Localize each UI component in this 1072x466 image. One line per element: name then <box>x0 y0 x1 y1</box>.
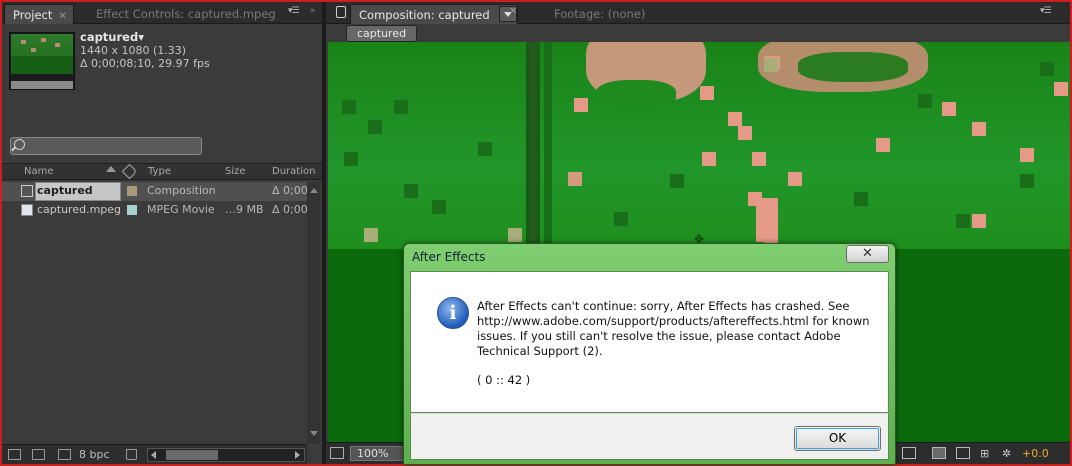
new-composition-icon[interactable] <box>58 449 71 460</box>
tab-project-label: Project <box>13 8 53 22</box>
zoom-select[interactable]: 100% <box>350 446 410 461</box>
tab-project[interactable]: Project ✕ <box>4 4 74 24</box>
tab-footage[interactable]: Footage: (none) <box>546 4 651 24</box>
footage-icon <box>21 204 33 216</box>
item-duration: Δ 0;00 <box>272 184 308 197</box>
scroll-thumb[interactable] <box>166 450 218 460</box>
bit-depth-button[interactable]: 8 bpc <box>79 448 110 461</box>
tab-footage-label: Footage: (none) <box>554 7 646 21</box>
item-timing: Δ 0;00;08;10, 29.97 fps <box>80 57 210 70</box>
item-name: captured <box>37 184 93 197</box>
app-window: Project ✕ Effect Controls: captured.mpeg … <box>2 2 1070 465</box>
lock-icon[interactable] <box>336 6 346 18</box>
project-bottom-bar: 8 bpc <box>2 444 307 464</box>
panel-menu-icon[interactable]: ▾☰ <box>1040 6 1052 16</box>
tab-effect-controls[interactable]: Effect Controls: captured.mpeg <box>88 4 282 24</box>
item-name: captured.mpeg <box>37 203 122 216</box>
project-tabbar: Project ✕ Effect Controls: captured.mpeg … <box>2 2 322 24</box>
crash-dialog: After Effects ✕ i After Effects can't co… <box>403 243 896 465</box>
scroll-left-icon[interactable] <box>151 451 156 459</box>
panel-menu-icon[interactable]: ▾☰ <box>288 6 300 16</box>
breadcrumb[interactable]: captured <box>346 25 418 42</box>
close-icon[interactable]: ✕ <box>58 11 66 22</box>
horizontal-scrollbar[interactable] <box>147 448 305 462</box>
column-type[interactable]: Type <box>148 166 171 177</box>
column-duration[interactable]: Duration <box>272 166 315 177</box>
composition-icon <box>21 185 33 197</box>
trash-icon[interactable] <box>126 449 137 460</box>
vertical-scrollbar[interactable] <box>307 182 320 444</box>
item-thumbnail <box>9 32 75 90</box>
dialog-title: After Effects <box>412 250 486 264</box>
camera-icon[interactable] <box>956 447 970 459</box>
dialog-footer: OK <box>410 413 889 460</box>
scroll-up-icon[interactable] <box>310 188 318 193</box>
info-icon: i <box>437 297 469 329</box>
search-icon <box>14 139 25 150</box>
item-name[interactable]: captured▾ <box>80 30 144 44</box>
label-tag-icon[interactable] <box>121 163 138 180</box>
sort-ascending-icon[interactable] <box>106 166 116 172</box>
label-swatch[interactable] <box>127 186 137 196</box>
list-item[interactable]: captured.mpeg MPEG Movie …9 MB Δ 0;00 <box>2 201 308 220</box>
dialog-body: i After Effects can't continue: sorry, A… <box>410 271 889 413</box>
flowchart-icon[interactable]: ⊞ <box>980 447 994 460</box>
item-duration: Δ 0;00 <box>272 203 308 216</box>
transparency-grid-icon[interactable] <box>932 447 946 459</box>
close-icon[interactable]: ✕ <box>509 6 517 17</box>
item-size: …9 MB <box>225 203 264 216</box>
scroll-down-icon[interactable] <box>310 431 318 436</box>
composition-navigator: captured <box>326 24 1070 42</box>
interpret-footage-icon[interactable] <box>8 449 21 460</box>
region-of-interest-icon[interactable] <box>902 447 916 459</box>
tab-composition-label: Composition: captured <box>359 8 490 22</box>
error-code: ( 0 :: 42 ) <box>477 373 531 387</box>
list-item[interactable]: captured Composition Δ 0;00 <box>2 182 308 201</box>
search-input[interactable] <box>10 137 202 155</box>
dialog-message: After Effects can't continue: sorry, Aft… <box>477 299 870 358</box>
column-name[interactable]: Name <box>24 166 54 177</box>
ok-button-label: OK <box>828 431 847 445</box>
column-header: Name Type Size Duration <box>2 163 322 180</box>
item-type: Composition <box>147 184 216 197</box>
exposure-value[interactable]: +0.0 <box>1022 447 1049 460</box>
panel-scroll-icon[interactable]: » <box>310 6 315 16</box>
scroll-right-icon[interactable] <box>295 451 300 459</box>
new-folder-icon[interactable] <box>32 449 45 460</box>
tab-effect-controls-label: Effect Controls: captured.mpeg <box>96 7 276 21</box>
project-panel: Project ✕ Effect Controls: captured.mpeg … <box>2 2 322 464</box>
label-swatch[interactable] <box>127 205 137 215</box>
close-button[interactable]: ✕ <box>846 245 889 263</box>
always-preview-icon[interactable] <box>330 447 344 459</box>
item-resolution: 1440 x 1080 (1.33) <box>80 44 187 57</box>
reset-exposure-icon[interactable]: ✲ <box>1002 447 1016 460</box>
column-size[interactable]: Size <box>225 166 246 177</box>
ok-button[interactable]: OK <box>794 426 881 451</box>
composition-tabbar: Composition: captured ✕ Footage: (none) … <box>326 2 1070 24</box>
item-type: MPEG Movie <box>147 203 215 216</box>
tab-composition[interactable]: Composition: captured <box>350 4 518 24</box>
